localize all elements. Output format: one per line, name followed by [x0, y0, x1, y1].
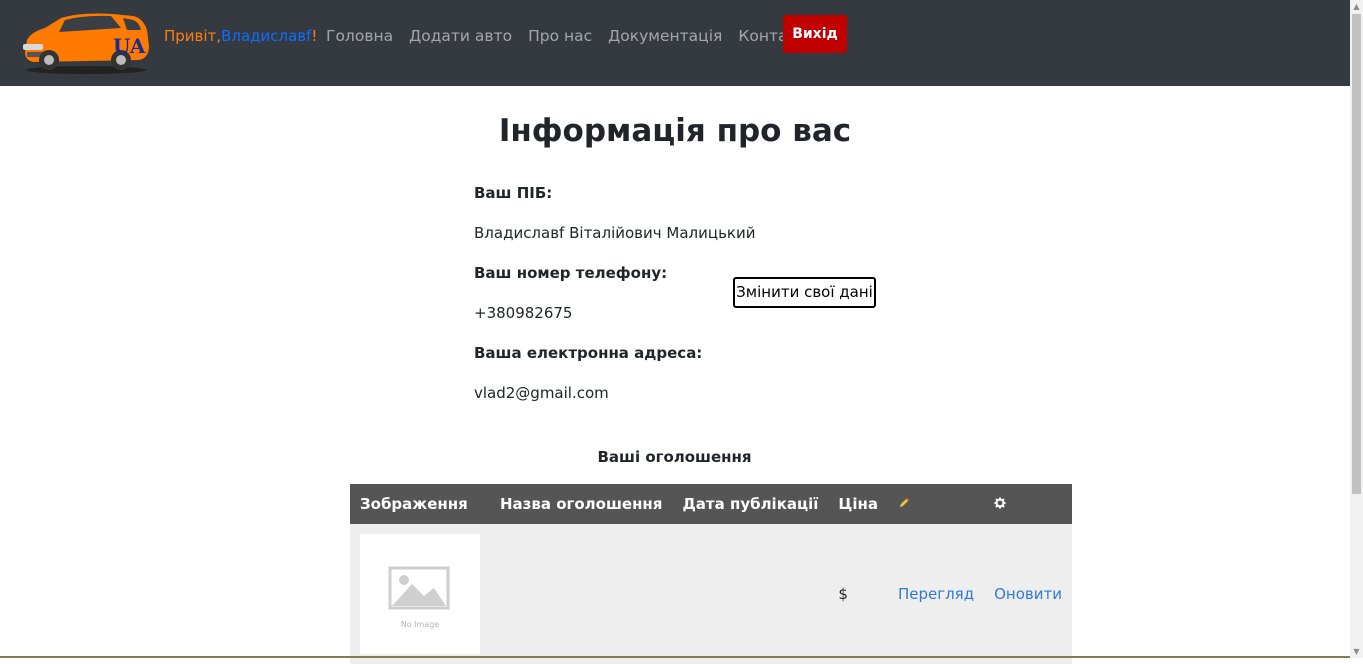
- greeting-suffix: !: [311, 27, 318, 45]
- nav-links: Головна Додати авто Про нас Документація…: [318, 24, 824, 48]
- phone-label: Ваш номер телефону:: [474, 264, 668, 282]
- phone-value: +380982675: [474, 304, 573, 322]
- ad-update-cell: Оновити: [984, 524, 1072, 664]
- ad-price-cell: $: [828, 524, 888, 664]
- taxi-car-logo[interactable]: UA: [21, 12, 151, 76]
- no-image-caption: No Image: [400, 620, 440, 629]
- email-label: Ваша електронна адреса:: [474, 344, 703, 362]
- edit-profile-button[interactable]: Змінити свої дані: [733, 277, 876, 308]
- column-header-date: Дата публікації: [672, 484, 829, 524]
- ads-table-header-row: Зображення Назва оголошення Дата публіка…: [350, 484, 1072, 524]
- pencil-icon: [899, 498, 909, 507]
- table-row: No Image $ Перегляд Оновити: [350, 524, 1072, 664]
- nav-link-about[interactable]: Про нас: [520, 24, 600, 48]
- page-title: Інформація про вас: [498, 113, 852, 149]
- name-label: Ваш ПІБ:: [474, 184, 553, 202]
- image-placeholder-icon: [388, 566, 450, 610]
- scrollbar-thumb[interactable]: [1352, 14, 1361, 494]
- column-header-name: Назва оголошення: [490, 484, 673, 524]
- nav-link-home[interactable]: Головна: [318, 24, 401, 48]
- column-header-price: Ціна: [828, 484, 888, 524]
- vertical-scrollbar[interactable]: ▲ ▼: [1350, 0, 1363, 658]
- ad-image-cell: No Image: [350, 524, 490, 664]
- name-value: Владиславf Віталійович Малицький: [474, 224, 756, 242]
- ad-date-cell: [672, 524, 829, 664]
- nav-link-docs[interactable]: Документація: [600, 24, 730, 48]
- update-ad-link[interactable]: Оновити: [994, 585, 1062, 603]
- greeting-username: Владиславf: [221, 27, 312, 45]
- ads-section-title: Ваші оголошення: [597, 448, 752, 466]
- view-ad-link[interactable]: Перегляд: [898, 585, 974, 603]
- column-header-image: Зображення: [350, 484, 490, 524]
- logout-button[interactable]: Вихід: [783, 15, 847, 53]
- logo-text: UA: [113, 34, 146, 58]
- gear-icon: [994, 497, 1006, 509]
- scroll-up-arrow-icon[interactable]: ▲: [1350, 0, 1363, 13]
- nav-link-add-car[interactable]: Додати авто: [401, 24, 520, 48]
- scroll-down-arrow-icon[interactable]: ▼: [1350, 645, 1363, 658]
- no-image-placeholder[interactable]: No Image: [360, 534, 480, 654]
- navbar: UA Привіт,Владиславf! Головна Додати авт…: [0, 0, 1350, 86]
- greeting-prefix: Привіт,: [164, 27, 222, 45]
- ad-name-cell: [490, 524, 673, 664]
- greeting: Привіт,Владиславf!: [164, 26, 317, 46]
- column-header-settings: [984, 484, 1072, 524]
- ad-view-cell: Перегляд: [887, 524, 985, 664]
- column-header-edit: [887, 484, 985, 524]
- ads-table: Зображення Назва оголошення Дата публіка…: [350, 484, 1072, 664]
- email-value: vlad2@gmail.com: [474, 384, 609, 402]
